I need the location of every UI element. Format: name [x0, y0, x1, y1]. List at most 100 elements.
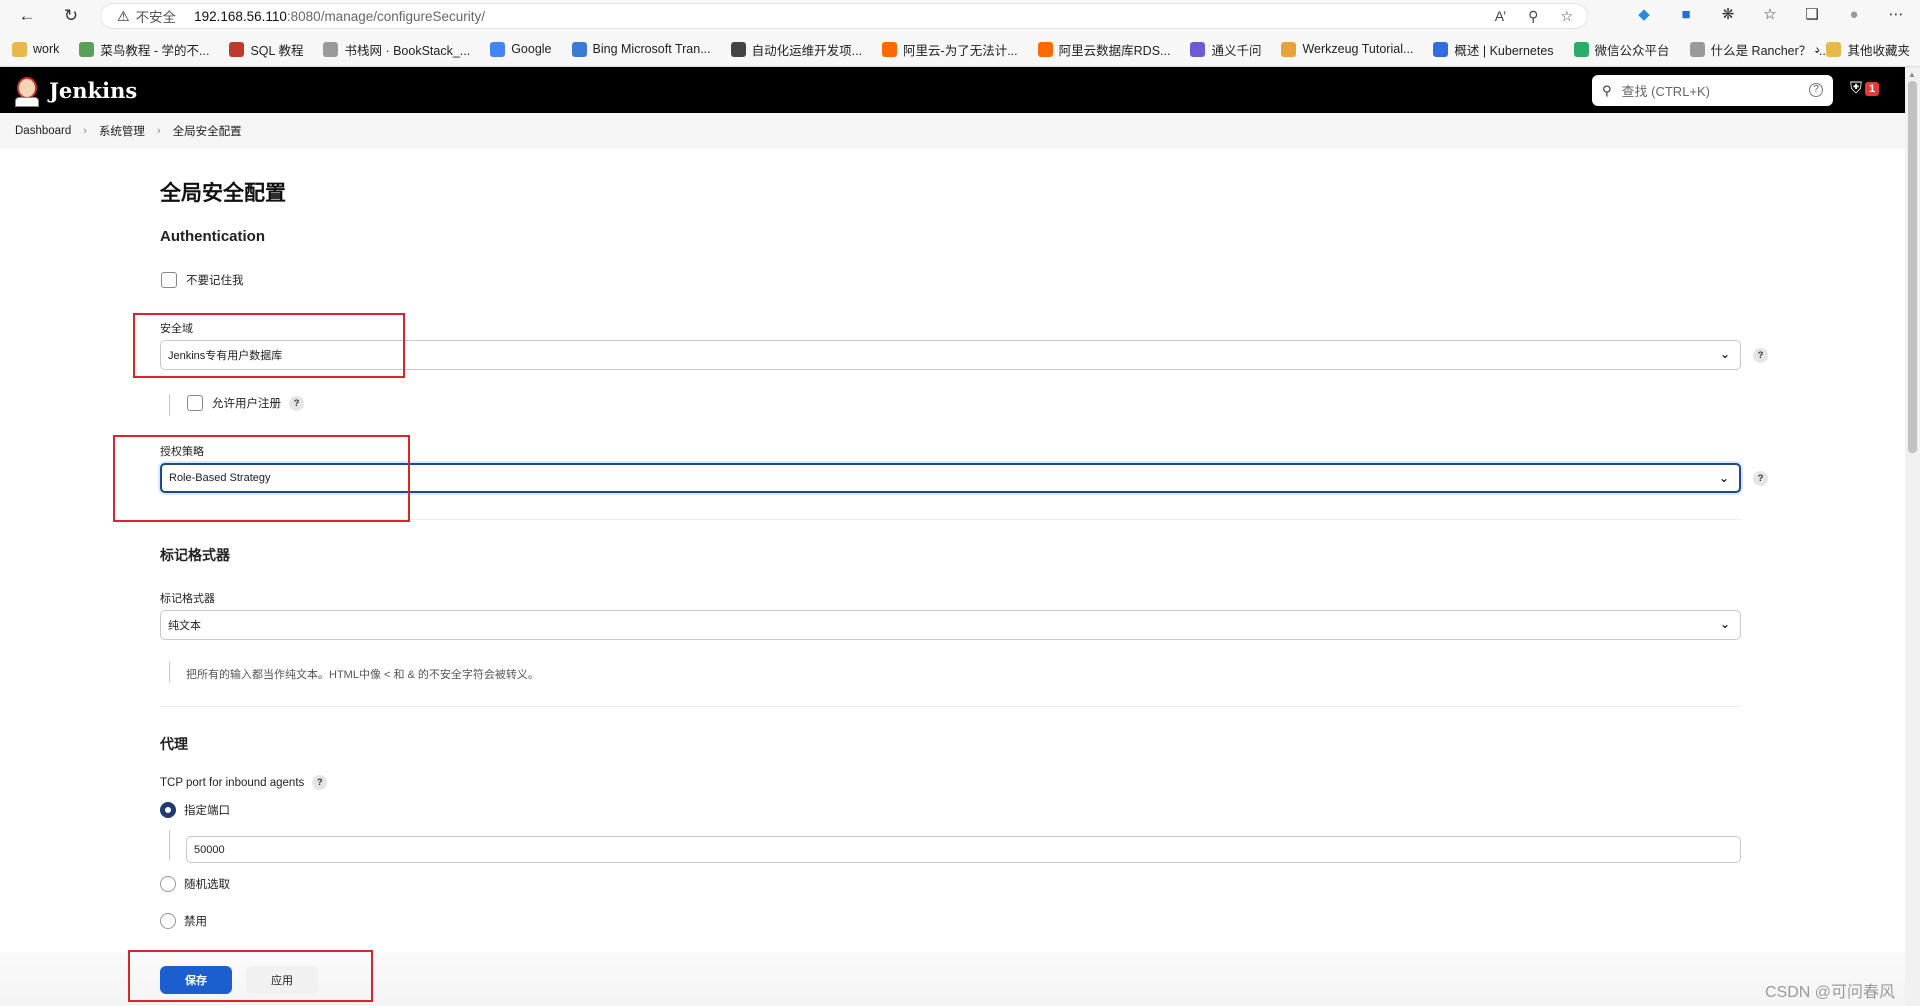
chevron-right-icon: ›: [83, 125, 87, 137]
authentication-heading: Authentication: [160, 228, 265, 245]
bookmark-item[interactable]: 什么是 Rancher？ -...: [1689, 40, 1829, 59]
port-random-option[interactable]: 随机选取: [160, 876, 230, 892]
bookmark-item[interactable]: 书栈网 · BookStack_...: [323, 40, 470, 59]
more-bookmarks-chevron-icon[interactable]: ›: [1815, 41, 1820, 57]
warning-icon: ⚠: [117, 7, 130, 24]
more-menu-icon[interactable]: ⋯: [1886, 4, 1906, 24]
security-badge: 1: [1865, 82, 1880, 96]
chevron-down-icon: ⌄: [1719, 347, 1730, 361]
favorites-icon[interactable]: ☆: [1760, 4, 1780, 24]
search-input[interactable]: ⚲ 查找 (CTRL+K) ?: [1592, 75, 1833, 106]
jenkins-logo-icon[interactable]: [13, 73, 41, 107]
reload-icon[interactable]: ↻: [58, 3, 84, 29]
page-scrollbar[interactable]: ▲: [1905, 67, 1920, 1006]
port-random-radio[interactable]: [160, 876, 176, 892]
markup-heading: 标记格式器: [160, 547, 230, 563]
tcp-port-label-row: TCP port for inbound agents ?: [160, 775, 328, 790]
extensions-puzzle-icon[interactable]: ❋: [1718, 4, 1738, 24]
bookmark-item[interactable]: Google: [490, 41, 552, 57]
bookmark-item[interactable]: Bing Microsoft Tran...: [571, 41, 711, 57]
breadcrumb-dashboard[interactable]: Dashboard: [15, 125, 71, 137]
scroll-up-icon[interactable]: ▲: [1908, 70, 1916, 79]
bookmarks-bar: work 菜鸟教程 - 学的不... SQL 教程 书栈网 · BookStack_.…: [0, 32, 1920, 67]
other-bookmarks[interactable]: 其他收藏夹: [1826, 40, 1910, 59]
nested-option-bar: [169, 394, 170, 416]
read-aloud-icon[interactable]: A’: [1495, 8, 1506, 25]
tcp-port-help-icon[interactable]: ?: [312, 775, 328, 790]
tcp-port-label: TCP port for inbound agents: [160, 776, 305, 789]
port-fixed-radio[interactable]: [160, 802, 176, 818]
folder-icon: [1826, 42, 1842, 57]
bookmark-favicon-icon: [1190, 41, 1206, 57]
extension-translate-icon[interactable]: ■: [1676, 4, 1696, 24]
scroll-thumb[interactable]: [1908, 81, 1917, 453]
bookmark-favicon-icon: [1037, 41, 1053, 57]
address-bar[interactable]: ⚠ 不安全 192.168.56.110:8080/manage/configu…: [100, 3, 1588, 29]
security-realm-help-icon[interactable]: ?: [1753, 348, 1768, 363]
port-fixed-option[interactable]: 指定端口: [160, 802, 230, 818]
bookmark-item[interactable]: 通义千问: [1190, 40, 1261, 59]
nested-option-bar: [169, 830, 170, 860]
chevron-right-icon: ›: [156, 125, 161, 137]
section-divider: [160, 706, 1741, 707]
chevron-down-icon: ⌄: [1718, 471, 1729, 485]
bookmark-favicon-icon: [490, 41, 506, 57]
bookmark-item[interactable]: Werkzeug Tutorial...: [1281, 41, 1413, 57]
port-number-input[interactable]: 50000: [186, 836, 1741, 863]
shield-icon: ⛨: [1850, 80, 1863, 97]
bookmark-favicon-icon: [229, 41, 245, 57]
bookmark-favicon-icon: [1281, 41, 1297, 57]
markup-hint: 把所有的输入都当作纯文本。HTML中像 < 和 & 的不安全字符会被转义。: [186, 669, 539, 681]
hint-bar: [169, 661, 170, 683]
bookmark-favicon-icon: [79, 41, 95, 57]
bookmark-favicon-icon: [882, 41, 898, 57]
allow-signup-option[interactable]: 允许用户注册 ?: [187, 395, 304, 411]
bookmark-favicon-icon: [323, 41, 339, 57]
breadcrumb-manage[interactable]: 系统管理: [99, 123, 145, 139]
remember-me-option[interactable]: 不要记住我: [161, 272, 244, 288]
authorization-help-icon[interactable]: ?: [1753, 471, 1768, 486]
bookmark-favicon-icon: [1573, 41, 1589, 57]
agents-heading: 代理: [160, 736, 188, 752]
bookmark-item[interactable]: 阿里云-为了无法计...: [882, 40, 1018, 59]
watermark: CSDN @可问春风: [1765, 984, 1896, 1001]
search-icon: ⚲: [1602, 82, 1612, 98]
annotation-box-buttons: [128, 950, 373, 1002]
annotation-box-security-realm: [133, 313, 405, 378]
profile-avatar-icon[interactable]: ●: [1844, 4, 1864, 24]
bookmark-item[interactable]: 阿里云数据库RDS...: [1037, 40, 1170, 59]
bookmark-item[interactable]: 概述 | Kubernetes: [1433, 40, 1554, 59]
extension-shield-icon[interactable]: ◆: [1634, 4, 1654, 24]
url-path: :8080/manage/configureSecurity/: [286, 8, 486, 24]
annotation-box-authorization: [113, 435, 410, 522]
search-placeholder: 查找 (CTRL+K): [1621, 84, 1711, 99]
bookmark-favicon-icon: [12, 41, 27, 57]
bookmark-favicon-icon: [730, 41, 746, 57]
bookmark-item[interactable]: 自动化运维开发项...: [730, 40, 862, 59]
zoom-icon[interactable]: ⚲: [1528, 8, 1538, 25]
browser-toolbar: ← ↻ ⚠ 不安全 192.168.56.110:8080/manage/con…: [0, 0, 1920, 32]
collections-icon[interactable]: ❏: [1802, 4, 1822, 24]
bookmark-item[interactable]: 微信公众平台: [1573, 40, 1670, 59]
markup-label: 标记格式器: [160, 593, 215, 605]
jenkins-title[interactable]: Jenkins: [49, 78, 137, 103]
remember-me-checkbox[interactable]: [161, 272, 177, 288]
markup-formatter-select[interactable]: 纯文本 ⌄: [160, 610, 1741, 640]
port-disable-option[interactable]: 禁用: [160, 913, 207, 929]
breadcrumb: Dashboard › 系统管理 › 全局安全配置: [0, 113, 1905, 149]
breadcrumb-current[interactable]: 全局安全配置: [173, 123, 242, 139]
bookmark-item[interactable]: SQL 教程: [229, 40, 303, 59]
chevron-down-icon: ⌄: [1719, 617, 1730, 631]
search-help-icon[interactable]: ?: [1809, 83, 1823, 97]
bookmark-favicon-icon: [571, 41, 587, 57]
allow-signup-checkbox[interactable]: [187, 395, 203, 411]
security-alerts[interactable]: ⛨ 1: [1850, 80, 1880, 98]
allow-signup-help-icon[interactable]: ?: [289, 395, 304, 411]
port-disable-radio[interactable]: [160, 913, 176, 929]
bookmark-favicon-icon: [1433, 41, 1449, 57]
back-icon[interactable]: ←: [14, 3, 40, 29]
bookmark-item[interactable]: work: [12, 41, 59, 57]
insecure-label: 不安全: [135, 10, 177, 25]
favorite-star-icon[interactable]: ☆: [1560, 8, 1573, 25]
bookmark-item[interactable]: 菜鸟教程 - 学的不...: [79, 40, 209, 59]
